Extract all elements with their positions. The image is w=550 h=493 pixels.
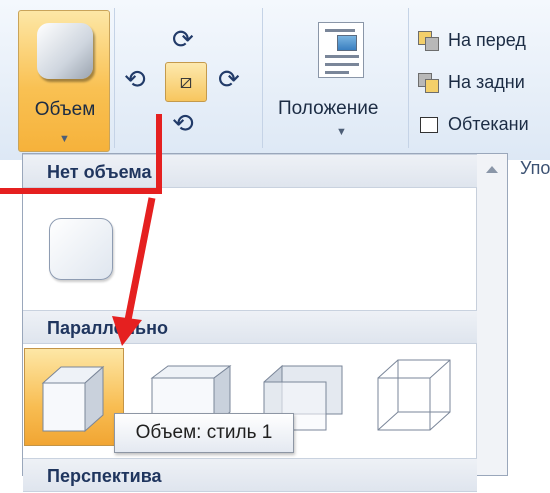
tooltip: Объем: стиль 1 [114,413,294,453]
annotation-arrow-icon [112,197,156,346]
